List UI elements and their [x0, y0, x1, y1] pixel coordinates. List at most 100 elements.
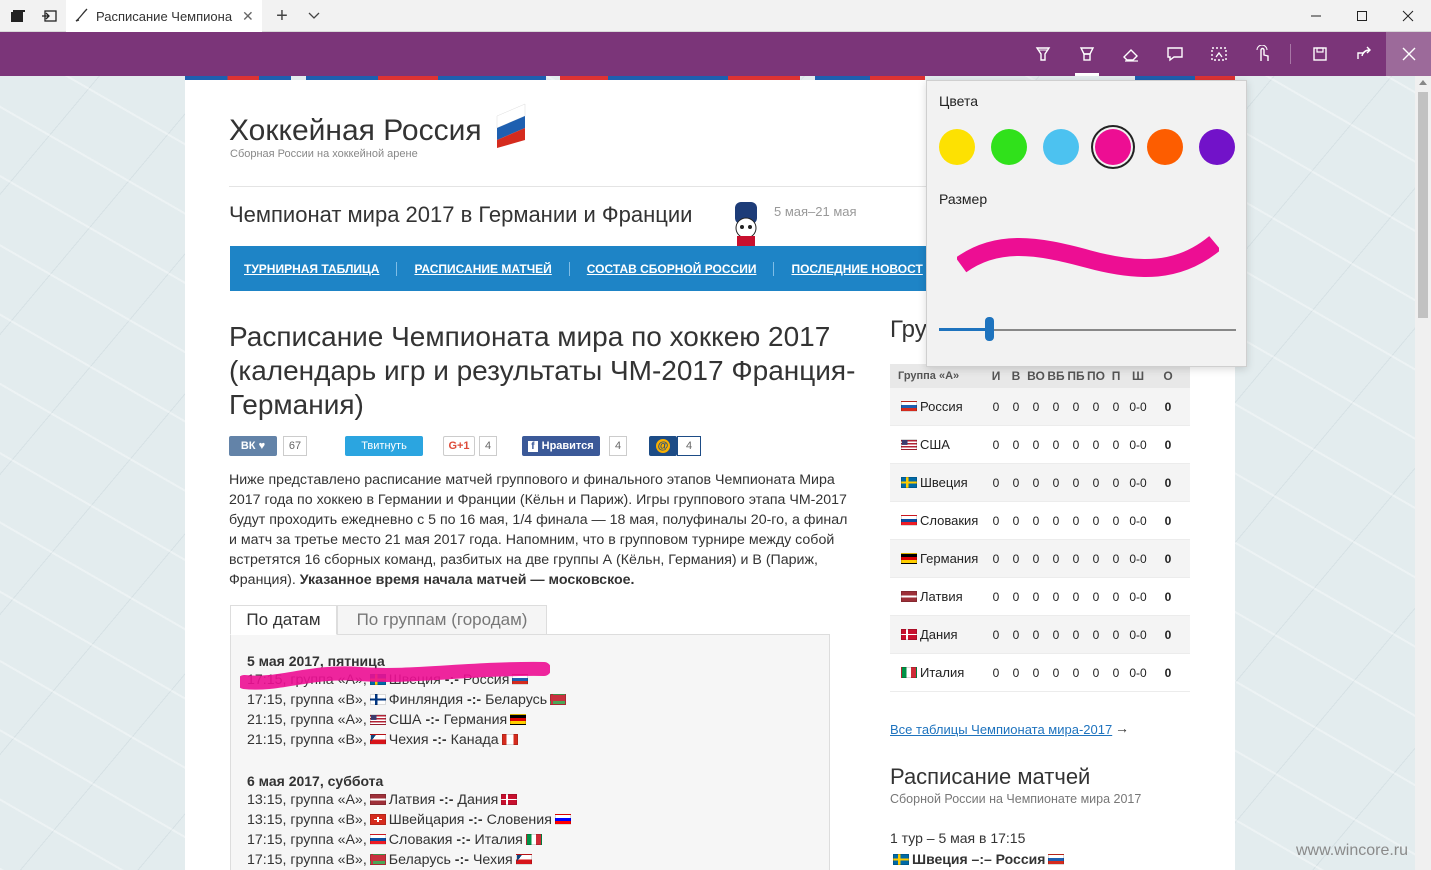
minimize-button[interactable]	[1293, 0, 1339, 32]
standings-row: Дания 0 0 0 0 0 0 0 0-0 0	[890, 616, 1190, 654]
team-name: Дания	[920, 627, 958, 642]
exit-web-note-icon[interactable]	[1386, 32, 1431, 76]
main-nav: ТУРНИРНАЯ ТАБЛИЦА РАСПИСАНИЕ МАТЧЕЙ СОСТ…	[230, 246, 950, 291]
site-subtitle: Сборная России на хоккейной арене	[230, 148, 418, 160]
color-swatch-green[interactable]	[991, 129, 1027, 165]
game-time: 17:15, группа «В»,	[247, 692, 367, 708]
home-team[interactable]: Словакия	[389, 832, 453, 848]
team-cell[interactable]: Россия	[890, 399, 986, 414]
away-team[interactable]: Италия	[475, 832, 523, 848]
tab-menu-chevron-icon[interactable]	[298, 0, 330, 32]
add-note-icon[interactable]	[1153, 32, 1197, 76]
away-team[interactable]: Германия	[444, 712, 508, 728]
stat-cell: 0	[1164, 589, 1172, 604]
stat-cell: 0	[1072, 589, 1080, 604]
home-team[interactable]: США	[389, 712, 422, 728]
stat-cell: 0	[1164, 627, 1172, 642]
day-header: 6 мая 2017, суббота	[247, 773, 384, 789]
toolbar-divider	[1290, 44, 1291, 64]
sidebar-match[interactable]: Швеция –:– Россия	[890, 851, 1067, 867]
away-team[interactable]: Беларусь	[485, 692, 547, 708]
home-team[interactable]: Финляндия	[389, 692, 463, 708]
all-tables-link[interactable]: Все таблицы Чемпионата мира-2017	[890, 722, 1112, 737]
scroll-up-icon[interactable]	[1419, 80, 1427, 85]
scrollbar-thumb[interactable]	[1418, 92, 1428, 318]
team-cell[interactable]: Италия	[890, 665, 986, 680]
away-team[interactable]: Канада	[451, 732, 499, 748]
home-team[interactable]: Латвия	[389, 792, 436, 808]
nav-standings[interactable]: ТУРНИРНАЯ ТАБЛИЦА	[244, 262, 379, 276]
size-slider-thumb[interactable]	[985, 317, 995, 341]
size-slider-fill	[939, 328, 990, 331]
color-swatch-light-blue[interactable]	[1043, 129, 1079, 165]
article-heading: Расписание Чемпионата мира по хоккею 201…	[229, 321, 856, 420]
color-swatch-purple[interactable]	[1199, 129, 1235, 165]
stat-cell: 0	[1032, 665, 1040, 680]
maximize-button[interactable]	[1339, 0, 1385, 32]
heart-icon: ♥	[258, 440, 266, 452]
save-icon[interactable]	[1298, 32, 1342, 76]
slovenia-flag-icon	[554, 814, 571, 825]
stat-cell: 0	[1012, 513, 1020, 528]
clip-icon[interactable]	[1197, 32, 1241, 76]
team-cell[interactable]: Германия	[890, 551, 986, 566]
browser-tab[interactable]: Расписание Чемпиона ✕	[66, 0, 262, 32]
slovakia-flag-icon	[369, 834, 386, 845]
stat-cell: 0	[1012, 627, 1020, 642]
ballpoint-pen-icon[interactable]	[1021, 32, 1065, 76]
stat-cell: 0	[1092, 627, 1100, 642]
team-cell[interactable]: Дания	[890, 627, 986, 642]
team-cell[interactable]: США	[890, 437, 986, 452]
nav-news[interactable]: ПОСЛЕДНИЕ НОВОСТ	[791, 262, 922, 276]
team-cell[interactable]: Швеция	[890, 475, 986, 490]
stat-cell: 0	[1112, 513, 1120, 528]
home-team[interactable]: Беларусь	[389, 852, 451, 868]
game-time: 21:15, группа «А»,	[247, 712, 367, 728]
mail-count: 4	[677, 436, 701, 456]
gplus-share-button[interactable]: G+1	[443, 436, 475, 456]
stat-cell: 0-0	[1129, 551, 1147, 566]
eraser-icon[interactable]	[1109, 32, 1153, 76]
game-row: 17:15, группа «В», Беларусь -:- Чехия	[247, 852, 535, 868]
team-cell[interactable]: Латвия	[890, 589, 986, 604]
away-team[interactable]: Чехия	[473, 852, 513, 868]
away-team[interactable]: Дания	[457, 792, 498, 808]
home-team[interactable]: Швейцария	[389, 812, 465, 828]
twitter-share-button[interactable]: Твитнуть	[345, 436, 423, 456]
vertical-scrollbar[interactable]	[1415, 76, 1431, 870]
stat-cell: 0	[1052, 627, 1060, 642]
color-swatch-orange[interactable]	[1147, 129, 1183, 165]
stat-cell: 0	[1092, 665, 1100, 680]
color-swatch-pink[interactable]	[1095, 129, 1131, 165]
nav-separator	[773, 261, 775, 276]
stat-cell: 0	[992, 665, 1000, 680]
nav-schedule[interactable]: РАСПИСАНИЕ МАТЧЕЙ	[414, 262, 551, 276]
close-window-button[interactable]	[1385, 0, 1431, 32]
tabs-aside-icon[interactable]	[2, 0, 34, 32]
championship-title[interactable]: Чемпионат мира 2017 в Германии и Франции	[229, 202, 692, 228]
share-icon[interactable]	[1342, 32, 1386, 76]
new-tab-button[interactable]: +	[266, 0, 298, 32]
away-team[interactable]: Словения	[487, 812, 552, 828]
score: -:-	[425, 712, 440, 728]
standings-row: Словакия 0 0 0 0 0 0 0 0-0 0	[890, 502, 1190, 540]
mail-share-button[interactable]: @	[649, 436, 677, 456]
stat-cell: 0	[1032, 437, 1040, 452]
nav-roster[interactable]: СОСТАВ СБОРНОЙ РОССИИ	[587, 262, 757, 276]
color-swatch-yellow[interactable]	[939, 129, 975, 165]
highlighter-icon[interactable]	[1065, 32, 1109, 76]
facebook-like-button[interactable]: f Нравится	[522, 436, 600, 456]
restore-tabs-icon[interactable]	[33, 0, 65, 32]
tab-by-date[interactable]: По датам	[230, 605, 337, 635]
site-title[interactable]: Хоккейная Россия	[229, 114, 482, 148]
mascot-icon	[735, 202, 757, 246]
fb-label: Нравится	[541, 440, 594, 452]
vk-share-button[interactable]: ВК ♥	[229, 436, 277, 456]
stat-cell: 0	[1092, 475, 1100, 490]
tab-by-group[interactable]: По группам (городам)	[337, 605, 547, 635]
home-team[interactable]: Чехия	[389, 732, 429, 748]
stat-cell: 0	[1112, 475, 1120, 490]
touch-writing-icon[interactable]	[1241, 32, 1285, 76]
team-cell[interactable]: Словакия	[890, 513, 986, 528]
close-tab-icon[interactable]: ✕	[242, 8, 254, 25]
